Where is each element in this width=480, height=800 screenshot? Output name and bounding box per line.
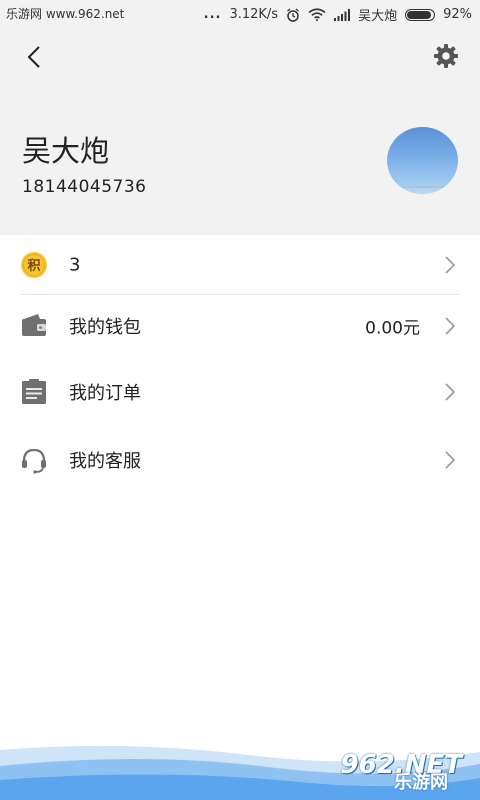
wallet-balance: 0.00元 [365, 318, 420, 339]
profile-header: 吴大炮 18144045736 [0, 26, 480, 235]
chevron-right-icon [445, 383, 456, 401]
status-right: ... 3.12K/s 吴大炮 92% [204, 5, 472, 24]
status-bar: 乐游网 www.962.net ... 3.12K/s 吴大炮 92% [0, 0, 480, 26]
chevron-right-icon [445, 451, 456, 469]
gear-icon[interactable] [432, 42, 460, 70]
back-icon[interactable] [22, 44, 48, 70]
points-row[interactable]: 积 3 [0, 235, 480, 295]
user-name: 吴大炮 [22, 134, 110, 168]
site-watermark: 962.NET 乐游网 [341, 750, 470, 793]
headset-icon [22, 448, 46, 474]
chevron-right-icon [445, 317, 456, 335]
chevron-right-icon [445, 256, 456, 274]
battery-percent: 92% [443, 7, 472, 22]
carrier-name: 吴大炮 [358, 9, 398, 24]
orders-row[interactable]: 我的订单 [0, 357, 480, 427]
user-phone: 18144045736 [22, 177, 147, 197]
network-speed: 3.12K/s [229, 7, 279, 22]
wallet-icon [22, 314, 46, 336]
wifi-icon [308, 8, 326, 21]
wallet-label: 我的钱包 [69, 317, 141, 338]
alarm-icon [287, 7, 299, 22]
points-badge-text: 积 [27, 258, 40, 274]
wallet-row[interactable]: 我的钱包 0.00元 [0, 295, 480, 357]
menu-list: 积 3 我的钱包 0.00元 我的订单 我的客服 [0, 235, 480, 493]
points-value: 3 [69, 254, 81, 276]
points-icon: 积 [21, 252, 47, 278]
avatar[interactable] [387, 127, 458, 194]
battery-icon [405, 8, 436, 21]
service-label: 我的客服 [69, 451, 141, 472]
status-dots: ... [203, 7, 222, 22]
customer-service-row[interactable]: 我的客服 [0, 427, 480, 493]
watermark-site-name: 乐游网 [394, 772, 448, 793]
signal-icon [334, 8, 351, 21]
status-watermark: 乐游网 www.962.net [6, 7, 125, 21]
orders-label: 我的订单 [69, 383, 141, 404]
order-list-icon [22, 379, 46, 404]
